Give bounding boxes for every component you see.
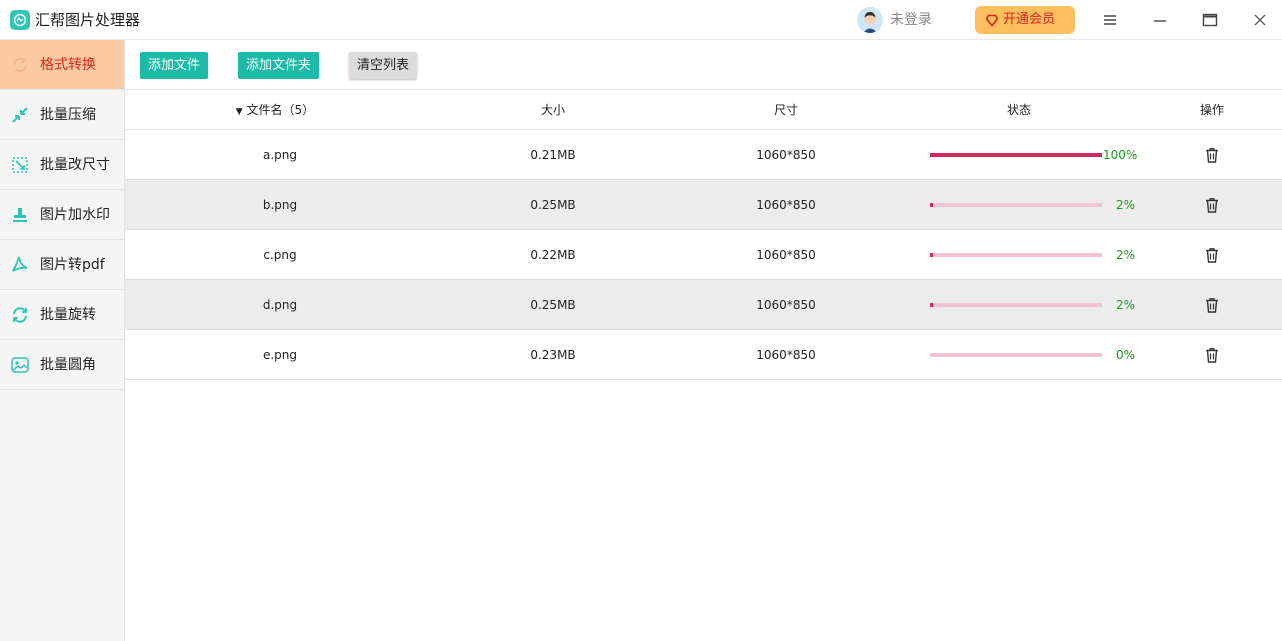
title-bar: 汇帮图片处理器 未登录 开通会员 [0,0,1282,40]
minimize-icon[interactable] [1148,8,1172,32]
table-header: ▼ 文件名（5） 大小 尺寸 状态 操作 [125,90,1282,130]
maximize-icon[interactable] [1198,8,1222,32]
watermark-stamp-icon [13,208,27,222]
file-name-cell: a.png [262,148,298,162]
sidebar: 格式转换 批量压缩 批量改尺寸 图片加水印 图片转pdf 批量旋转 批量圆角 [0,40,125,641]
progress-percent: 100% [1103,148,1138,162]
column-filename-header[interactable]: ▼ 文件名（5） [236,101,314,121]
menu-icon[interactable] [1098,8,1122,32]
sidebar-item-batch-resize[interactable]: 批量改尺寸 [0,140,124,190]
delete-icon[interactable] [1203,246,1221,264]
sidebar-item-to-pdf[interactable]: 图片转pdf [0,240,124,290]
progress-bar-fill [930,303,934,307]
file-size-cell: 0.23MB [530,348,576,362]
column-size-header: 大小 [540,103,566,117]
app-title: 汇帮图片处理器 [35,11,141,29]
column-action-header: 操作 [1199,103,1225,117]
progress-bar-fill [930,203,934,207]
sidebar-item-label: 图片转pdf [40,257,105,273]
progress-percent: 2% [1115,248,1135,262]
progress-percent: 2% [1115,198,1135,212]
user-avatar-icon[interactable] [857,7,883,33]
close-icon[interactable] [1248,8,1272,32]
file-name-cell: b.png [262,198,298,212]
diamond-heart-icon [985,14,999,27]
progress-bar-fill [930,253,934,257]
sidebar-item-label: 批量压缩 [40,107,96,123]
toolbar: 添加文件 添加文件夹 清空列表 [125,40,1282,90]
sidebar-item-watermark[interactable]: 图片加水印 [0,190,124,240]
sidebar-item-batch-rotate[interactable]: 批量旋转 [0,290,124,340]
file-size-cell: 0.25MB [530,198,576,212]
file-dimensions-cell: 1060*850 [756,298,816,312]
sidebar-item-round-corner[interactable]: 批量圆角 [0,340,124,390]
table-row: a.png 0.21MB 1060*850 100% [125,130,1282,180]
file-dimensions-cell: 1060*850 [756,348,816,362]
compress-icon [12,107,28,123]
open-vip-button[interactable]: 开通会员 [975,6,1075,34]
sidebar-item-format-convert[interactable]: 格式转换 [0,40,124,90]
refresh-format-icon [12,57,28,73]
file-size-cell: 0.21MB [530,148,576,162]
sidebar-item-batch-compress[interactable]: 批量压缩 [0,90,124,140]
file-dimensions-cell: 1060*850 [756,198,816,212]
pdf-icon [12,256,28,272]
sidebar-item-label: 格式转换 [40,57,96,73]
progress-bar-fill [930,153,1102,157]
table-row: c.png 0.22MB 1060*850 2% [125,230,1282,280]
file-size-cell: 0.22MB [530,248,576,262]
app-logo-icon [10,10,30,30]
sidebar-item-label: 批量改尺寸 [40,157,110,173]
column-status-header: 状态 [1006,103,1032,117]
sidebar-item-label: 图片加水印 [40,207,110,223]
delete-icon[interactable] [1203,146,1221,164]
progress-percent: 0% [1115,348,1135,362]
image-rounded-icon [11,357,29,373]
file-dimensions-cell: 1060*850 [756,148,816,162]
vip-label: 开通会员 [1003,12,1056,27]
sidebar-item-label: 批量圆角 [40,357,96,373]
table-row: b.png 0.25MB 1060*850 2% [125,180,1282,230]
file-name-cell: e.png [262,348,298,362]
sort-desc-icon: ▼ [235,107,243,117]
delete-icon[interactable] [1203,196,1221,214]
login-status-link[interactable]: 未登录 [890,10,932,30]
progress-percent: 2% [1115,298,1135,312]
progress-bar [930,353,1102,357]
file-size-cell: 0.25MB [530,298,576,312]
file-table: ▼ 文件名（5） 大小 尺寸 状态 操作 a.png 0.21MB 1060*850… [125,90,1282,380]
column-dimensions-header: 尺寸 [773,103,799,117]
file-name-cell: d.png [262,298,298,312]
sidebar-item-label: 批量旋转 [40,307,96,323]
progress-bar [930,253,1102,257]
clear-list-button[interactable]: 清空列表 [349,52,418,79]
add-file-button[interactable]: 添加文件 [140,52,209,79]
column-filename-label: 文件名（5） [246,103,315,117]
file-dimensions-cell: 1060*850 [756,248,816,262]
resize-icon [12,157,28,173]
progress-bar [930,153,1102,157]
file-name-cell: c.png [263,248,297,262]
rotate-icon [13,307,27,323]
table-row: d.png 0.25MB 1060*850 2% [125,280,1282,330]
progress-bar [930,203,1102,207]
delete-icon[interactable] [1203,296,1221,314]
table-row: e.png 0.23MB 1060*850 0% [125,330,1282,380]
add-folder-button[interactable]: 添加文件夹 [238,52,320,79]
delete-icon[interactable] [1203,346,1221,364]
progress-bar [930,303,1102,307]
